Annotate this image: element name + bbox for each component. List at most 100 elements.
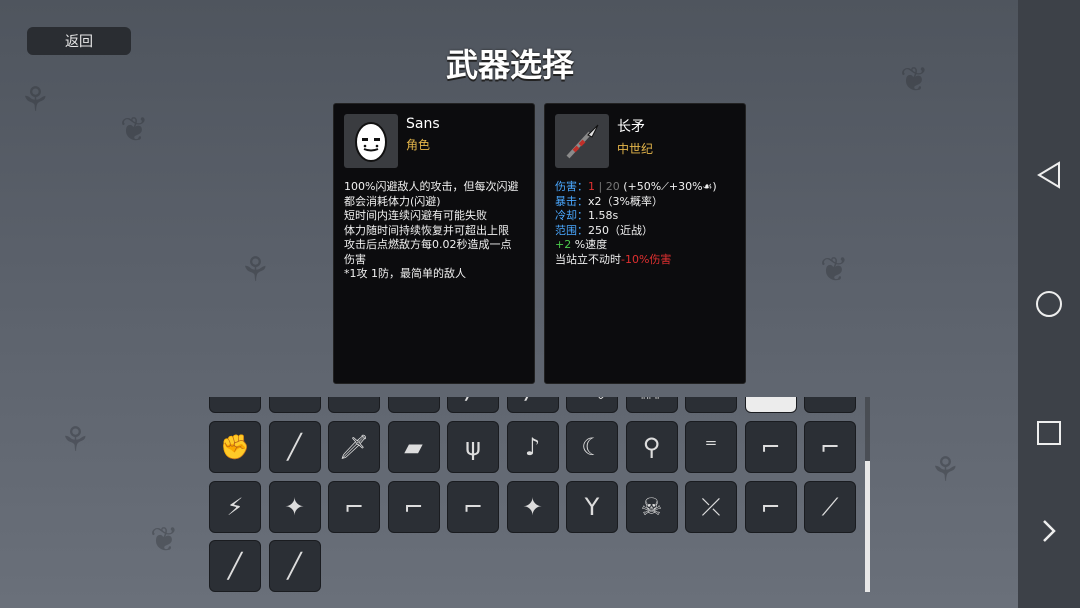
megaphone-gun-icon: ⌐ [462,492,484,521]
weapon-slot[interactable]: ✂ [268,397,321,413]
stat-crit: 暴击：x2（3%概率） [555,195,735,210]
plasma-gun-icon: ⌐ [343,492,365,521]
weapon-era: 中世纪 [617,142,654,156]
slingshot-icon: Y [584,492,600,521]
back-triangle-icon [1037,161,1060,189]
weapon-slot[interactable]: ╱ [268,421,321,473]
character-portrait [344,114,398,168]
weapon-slot[interactable]: ☾ [566,421,618,473]
weapon-slot[interactable]: ╱ [268,540,321,592]
weapon-slot[interactable]: ⌐ [744,421,797,473]
weapon-slot[interactable]: ⟋ [804,480,856,533]
description-line: *1攻 1防，最简单的敌人 [344,267,466,280]
whip-icon: ∿ [225,397,245,401]
character-description: 100%闪避敌人的攻击，但每次闪避 都会消耗体力(闪避) 短时间内连续闪避有可能… [344,180,524,282]
sans-face-icon [355,122,387,162]
nav-recents-button[interactable] [1018,408,1080,458]
weapon-slot[interactable]: ⁼ [685,421,737,473]
weapon-slot[interactable]: ⤫ [685,480,737,533]
spoon-icon: ⚲ [642,433,661,461]
weapon-slot[interactable]: ⚒ [387,397,440,413]
grid-scrollbar[interactable] [865,397,870,592]
spear-icon [566,124,599,159]
nav-forward-button[interactable] [1018,506,1080,556]
weapon-portrait [555,114,609,168]
weapon-slot[interactable]: ☠ [625,480,678,533]
stat-standing: 当站立不动时-10%伤害 [555,253,735,268]
red-blaster-icon: ⌐ [403,492,424,521]
weapon-slot[interactable]: ⌒ [804,397,856,413]
bloody-knife-icon: 🗡 [338,433,370,461]
recents-square-icon [1037,421,1061,445]
weapon-slot[interactable]: ▰ [387,421,440,473]
magic-wand-icon: ✦ [284,492,305,521]
weapon-slot[interactable]: ⌐ [744,480,797,533]
weapon-slot[interactable]: ψ [447,421,499,473]
hand-cannon-icon: ⌐ [760,492,781,521]
weapon-slot[interactable]: ✦ [506,480,559,533]
weapon-slot[interactable]: ✦ [268,480,321,533]
stat-speed: +2 %速度 [555,238,735,253]
weapon-slot[interactable]: ∿ [209,397,261,413]
stat-standing-text: 当站立不动时 [555,252,621,266]
bat-icon: ╱ [525,397,539,401]
pipe-icon: ╱ [466,397,480,401]
fang-icon: ⟋ [821,492,839,521]
stat-standing-penalty: -10%伤害 [621,252,672,266]
stat-speed-label: %速度 [571,238,608,251]
weapon-slot[interactable]: ⛏ [566,397,618,413]
stat-range: 范围：250（近战） [555,224,735,239]
weapon-slot[interactable]: Y [566,480,618,533]
weapon-grid: ∿ ✂ ⟋ ⚒ ╱ ╱ ⛏ ⛓ ⚯ ⟋ ⌒ ✊ ╱ 🗡 ▰ ψ ♪ ☾ ⚲ ⁼ ⌐ ⌐ ⚡ ✦ ⌐ ⌐ ⌐ ✦ Y ☠ ⤫ ⌐ ⟋ ╱ ╱ [205,397,865,597]
weapon-slot[interactable]: ⛓ [625,397,678,413]
weapon-slot[interactable]: ⚲ [625,421,678,473]
crossbow-icon: ⤫ [701,492,721,521]
stat-cooldown-value: 1.58s [588,209,619,222]
weed-icon: ⚘ [240,250,271,290]
pickaxe-icon: ⛏ [577,397,607,401]
stat-cooldown-key: 冷却： [555,209,588,222]
stat-crit-key: 暴击： [555,194,588,208]
nav-home-button[interactable] [1018,279,1080,329]
description-line: 100%闪避敌人的攻击，但每次闪避 [344,180,519,193]
weapon-slot[interactable]: ⚯ [685,397,737,413]
weapon-slot[interactable]: ✊ [209,421,261,473]
stat-damage-key: 伤害： [555,180,588,193]
skull-staff-icon: ☠ [640,492,663,521]
stick-icon: ╱ [287,433,302,461]
forward-chevron-icon [1043,520,1056,542]
weapon-slot[interactable]: ╱ [209,540,261,592]
stat-range-value: 250（近战） [588,223,653,237]
stat-damage-sep: | [595,180,606,193]
shuriken-icon: ✦ [522,492,543,521]
stat-damage-max: 20 [605,180,620,193]
nav-back-button[interactable] [1018,150,1080,200]
weapon-slot[interactable]: ⌐ [804,421,856,473]
weapon-slot[interactable]: ⚡ [209,480,261,533]
weapon-slot[interactable]: ⟋ [744,397,797,413]
weed-icon: ⚘ [20,80,51,120]
wrench-icon: ⚒ [403,397,425,401]
scrollbar-thumb[interactable] [865,461,870,592]
weapon-slot[interactable]: ╱ [506,397,559,413]
stat-crit-value: x2（3%概率） [588,194,663,208]
weapon-slot[interactable]: 🗡 [328,421,380,473]
sickle-icon: ☾ [581,433,603,461]
description-line: 短时间内连续闪避有可能失败 [344,209,487,222]
weapon-slot[interactable]: ⌐ [387,480,440,533]
weed-icon: ⚘ [930,450,961,490]
stat-range-key: 范围： [555,223,588,237]
blowgun-icon: ╱ [287,552,302,580]
weapon-slot[interactable]: ⟋ [328,397,380,413]
weed-icon: ❦ [120,110,149,150]
trident-icon: ψ [465,433,481,461]
weapon-slot[interactable]: ⌐ [328,480,380,533]
weed-icon: ⚘ [60,420,91,460]
knife-icon: ⟋ [346,397,363,401]
weapon-slot[interactable]: ♪ [506,421,559,473]
weapon-slot[interactable]: ╱ [447,397,499,413]
weapon-slot[interactable]: ⌐ [447,480,499,533]
stat-damage-value: 1 [588,180,595,193]
weapon-stats: 伤害：1 | 20 (+50%⟋+30%☙) 暴击：x2（3%概率） 冷却：1.… [555,180,735,267]
taser-icon: ⚡ [226,492,244,521]
